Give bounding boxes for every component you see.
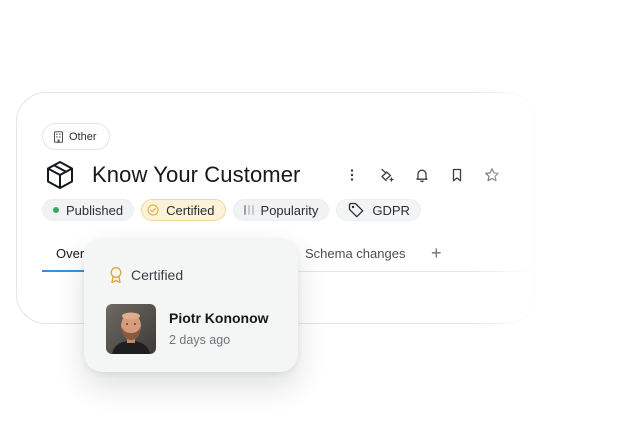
lineage-button[interactable] xyxy=(379,166,395,184)
popularity-label: Popularity xyxy=(260,202,319,218)
status-badge-certified[interactable]: Certified xyxy=(141,199,226,221)
gdpr-label: GDPR xyxy=(372,202,410,218)
tab-overview[interactable]: Over xyxy=(56,246,84,261)
notifications-button[interactable] xyxy=(414,166,430,184)
status-dot xyxy=(53,207,59,213)
bell-icon xyxy=(416,169,428,183)
popover-heading: Certified xyxy=(131,267,184,283)
title-actions xyxy=(344,166,500,184)
active-tab-indicator xyxy=(42,270,86,272)
avatar xyxy=(106,304,156,354)
check-circle-icon xyxy=(147,204,159,216)
cube-icon xyxy=(47,161,73,189)
tag-icon xyxy=(349,202,364,218)
add-tab-button[interactable]: + xyxy=(431,243,442,264)
bookmark-button[interactable] xyxy=(449,166,465,184)
bookmark-icon xyxy=(452,168,462,182)
status-badge-popularity[interactable]: Popularity xyxy=(232,199,330,221)
person-name[interactable]: Piotr Kononow xyxy=(169,310,269,326)
category-chip-label: Other xyxy=(69,130,97,143)
published-label: Published xyxy=(66,202,124,218)
more-options-button[interactable] xyxy=(344,166,360,184)
lineage-icon xyxy=(381,168,394,182)
tab-schema-changes[interactable]: Schema changes xyxy=(305,246,405,261)
tag-gdpr[interactable]: GDPR xyxy=(336,199,421,221)
building-icon xyxy=(54,130,63,143)
tag-row: Published Certified Popularity GDPR xyxy=(42,199,421,221)
popover-header: Certified xyxy=(108,266,183,284)
award-icon xyxy=(110,267,122,284)
certified-popover: Certified Piotr Kononow 2 days ago xyxy=(84,238,298,372)
person-photo xyxy=(106,304,156,354)
category-chip[interactable]: Other xyxy=(42,123,110,150)
certified-label: Certified xyxy=(166,202,215,218)
certified-timestamp: 2 days ago xyxy=(169,333,231,347)
popularity-bars-icon xyxy=(243,205,254,215)
page-title: Know Your Customer xyxy=(92,162,301,187)
star-icon xyxy=(485,168,499,182)
favorite-button[interactable] xyxy=(484,166,500,184)
vertical-dots-icon xyxy=(350,169,354,181)
status-badge-published[interactable]: Published xyxy=(42,199,135,221)
